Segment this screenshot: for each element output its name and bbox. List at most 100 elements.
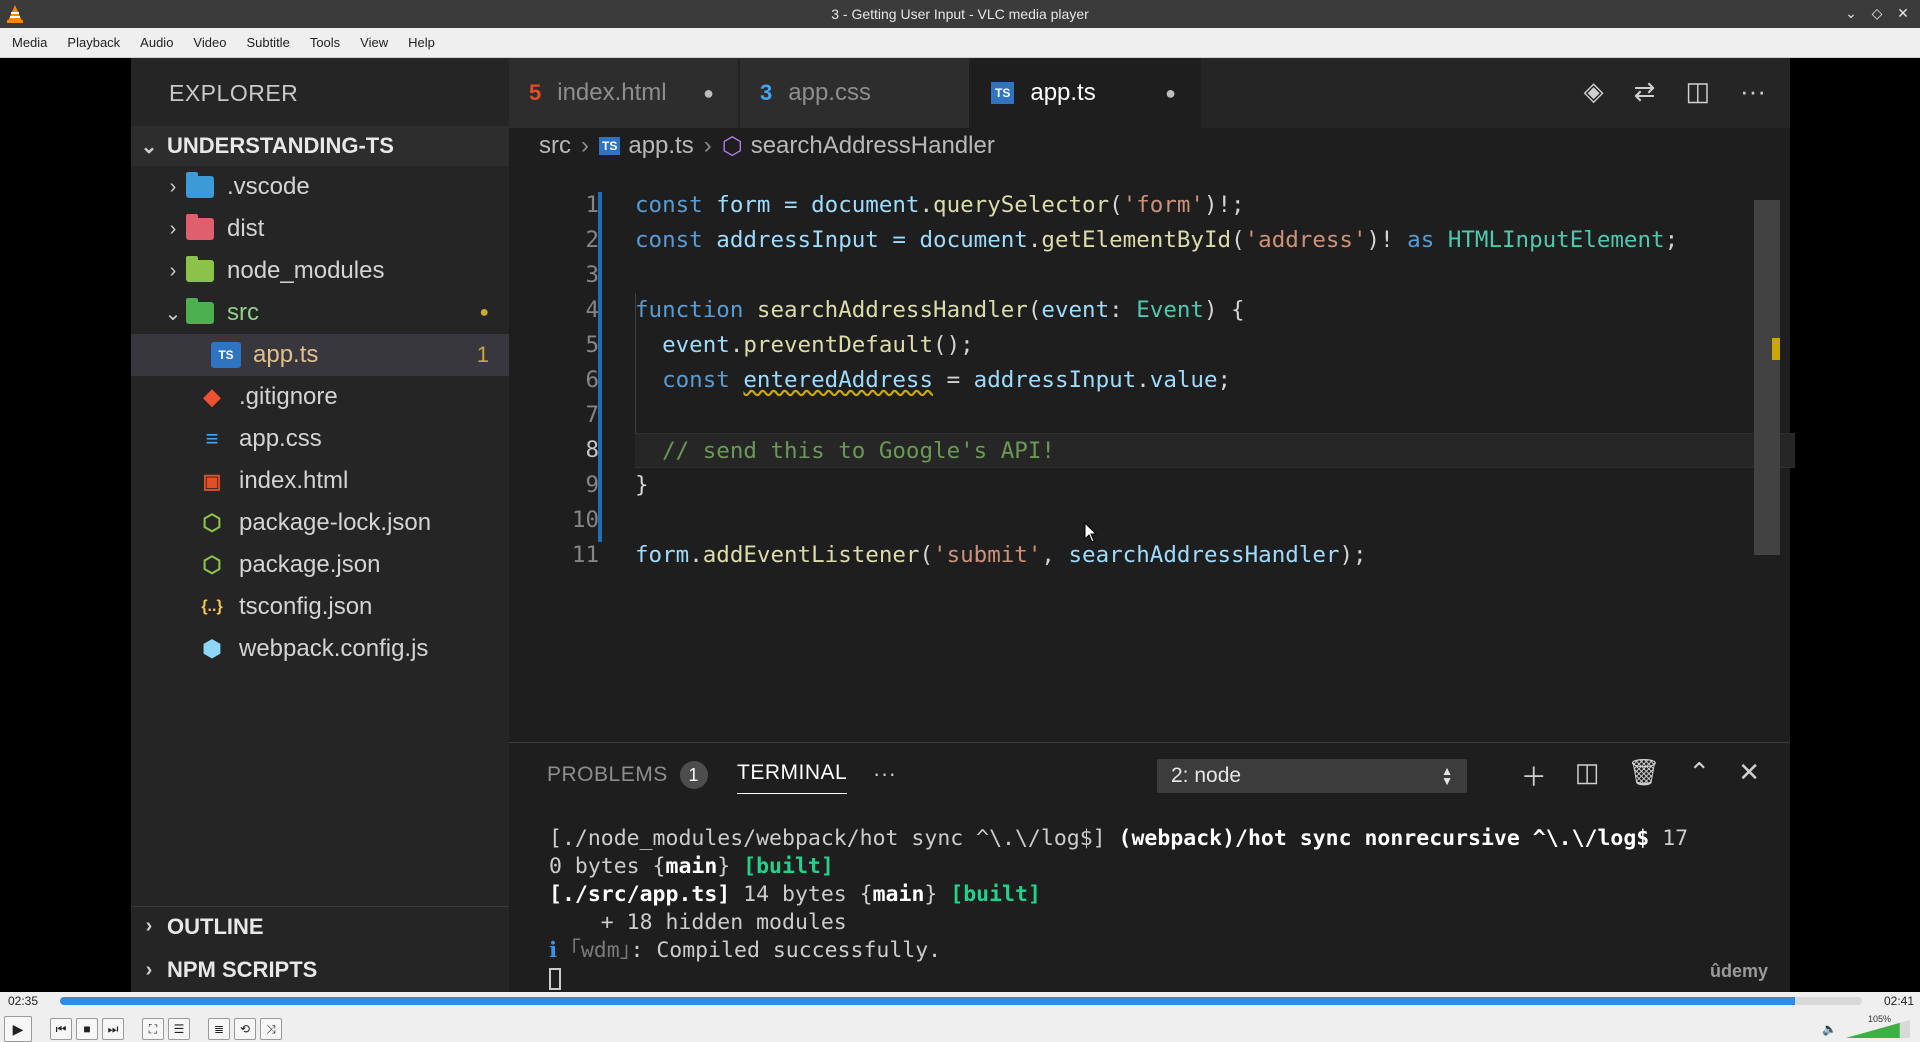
volume-slider[interactable] — [1846, 1020, 1910, 1038]
html-file-icon: 5 — [529, 80, 542, 105]
menu-playback[interactable]: Playback — [57, 28, 130, 58]
git-change-bar — [598, 192, 602, 542]
minimize-icon[interactable]: ⌄ — [1842, 4, 1860, 22]
tree-item: › node_modules — [131, 250, 509, 292]
tree-item: ≡ app.css — [131, 418, 509, 460]
menu-help[interactable]: Help — [398, 28, 445, 58]
fullscreen-button[interactable]: ⛶ — [142, 1018, 164, 1040]
term-text: main — [872, 882, 925, 907]
explorer-header: EXPLORER — [169, 80, 299, 106]
code-editor: 1 2 3 4 5 6 7 8 9 10 11 const form = doc… — [509, 164, 1795, 798]
tab-app-ts: TS app.ts ● — [971, 58, 1201, 128]
loop-button[interactable]: ⟲ — [234, 1018, 256, 1040]
token: ( — [1231, 227, 1245, 253]
token: addressInput — [973, 367, 1137, 393]
menu-media[interactable]: Media — [2, 28, 57, 58]
line-number: 9 — [585, 472, 599, 498]
token: form = — [702, 192, 812, 218]
tree-item: ⬢ webpack.config.js — [131, 628, 509, 670]
line-number: 8 — [585, 437, 599, 463]
token: 'address' — [1244, 227, 1367, 253]
token: // send this to Google's API! — [662, 438, 1055, 464]
token: document — [811, 192, 920, 218]
term-text: ｢wdm｣ — [557, 938, 631, 963]
token: form — [635, 542, 690, 568]
extended-settings-button[interactable]: ☰ — [168, 1018, 190, 1040]
tab-app-css: 3 app.css — [740, 58, 970, 128]
term-text: 14 bytes { — [730, 882, 873, 907]
breadcrumb-symbol: searchAddressHandler — [750, 132, 995, 159]
close-icon[interactable]: ✕ — [1894, 4, 1912, 22]
json-file-icon: {..} — [201, 598, 223, 615]
menu-view[interactable]: View — [350, 28, 398, 58]
html-file-icon: ▣ — [202, 470, 222, 493]
token: event — [662, 332, 730, 358]
chevron-right-icon: › — [145, 958, 153, 981]
split-terminal-icon: ◫ — [1574, 757, 1600, 787]
line-number-gutter: 1 2 3 4 5 6 7 8 9 10 11 — [509, 188, 599, 573]
node-folder-icon — [185, 256, 215, 284]
code-line-11: form.addEventListener('submit', searchAd… — [635, 538, 1795, 573]
speaker-icon[interactable]: 🔈 — [1822, 1022, 1837, 1036]
next-button[interactable]: ⏭ — [102, 1018, 124, 1040]
tree-item-label: .vscode — [227, 173, 310, 200]
token: searchAddressHandler — [1068, 542, 1340, 568]
editor-scrollbar[interactable] — [1754, 200, 1780, 555]
token: } — [635, 472, 649, 498]
code-line-4: function searchAddressHandler(event: Eve… — [635, 293, 1795, 328]
line-number: 10 — [571, 507, 599, 533]
term-text: main — [665, 854, 718, 879]
shuffle-button[interactable]: ⤨ — [260, 1018, 282, 1040]
token: preventDefault — [743, 332, 934, 358]
token: . — [1136, 367, 1150, 393]
method-symbol-icon: ⬡ — [721, 132, 743, 160]
terminal-line: ℹ ｢wdm｣: Compiled successfully. — [549, 937, 1688, 965]
dist-folder-icon — [185, 214, 215, 242]
token: . — [1027, 227, 1042, 253]
term-text: 17 — [1649, 826, 1689, 851]
volume-control[interactable]: 🔈 105% — [1822, 1014, 1912, 1038]
plus-icon: ＋ — [1520, 762, 1547, 792]
tab-label: app.css — [788, 79, 871, 106]
menu-video[interactable]: Video — [183, 28, 236, 58]
token: getElementById — [1041, 227, 1232, 253]
playback-buttons: ▶ ⏮ ■ ⏭ ⛶ ☰ ≣ ⟲ ⤨ — [4, 1016, 282, 1042]
code-lines: const form = document.querySelector('for… — [635, 188, 1795, 573]
menu-audio[interactable]: Audio — [130, 28, 183, 58]
token: value — [1149, 367, 1218, 393]
term-text: [built] — [743, 854, 834, 879]
menu-tools[interactable]: Tools — [300, 28, 350, 58]
menu-bar: Media Playback Audio Video Subtitle Tool… — [0, 28, 1920, 58]
term-text: [./node_modules/webpack/hot sync ^\.\/lo… — [549, 826, 1119, 851]
code-line-9: } — [635, 468, 1795, 503]
menu-subtitle[interactable]: Subtitle — [236, 28, 299, 58]
chevron-right-icon: › — [703, 132, 712, 159]
npm-file-icon: ⬡ — [202, 552, 222, 577]
code-line-8: // send this to Google's API! — [635, 433, 1795, 468]
typescript-file-icon: TS — [211, 342, 241, 368]
stop-button[interactable]: ■ — [76, 1018, 98, 1040]
playlist-button[interactable]: ≣ — [208, 1018, 230, 1040]
token: const — [635, 227, 703, 253]
split-editor-icon: ◫ — [1685, 76, 1711, 106]
tree-item-label: webpack.config.js — [239, 635, 429, 662]
token: const — [635, 192, 703, 218]
tree-item-label: node_modules — [227, 257, 385, 284]
play-button[interactable]: ▶ — [4, 1016, 32, 1042]
video-area[interactable]: EXPLORER ⌄ UNDERSTANDING-TS › .vscode › … — [0, 58, 1920, 992]
token: ( — [1027, 297, 1042, 323]
previous-button[interactable]: ⏮ — [50, 1018, 72, 1040]
tab-label: app.ts — [1030, 79, 1096, 106]
token: . — [729, 332, 744, 358]
terminal-select-value: 2: node — [1171, 764, 1242, 787]
breadcrumb-folder: src — [539, 132, 571, 159]
maximize-icon[interactable]: ◇ — [1868, 4, 1886, 22]
src-folder-icon — [185, 298, 215, 326]
terminal-output: [./node_modules/webpack/hot sync ^\.\/lo… — [549, 825, 1688, 993]
css-file-icon: ≡ — [205, 426, 219, 451]
seek-bar[interactable] — [60, 997, 1862, 1005]
warning-scroll-marker — [1772, 338, 1780, 360]
